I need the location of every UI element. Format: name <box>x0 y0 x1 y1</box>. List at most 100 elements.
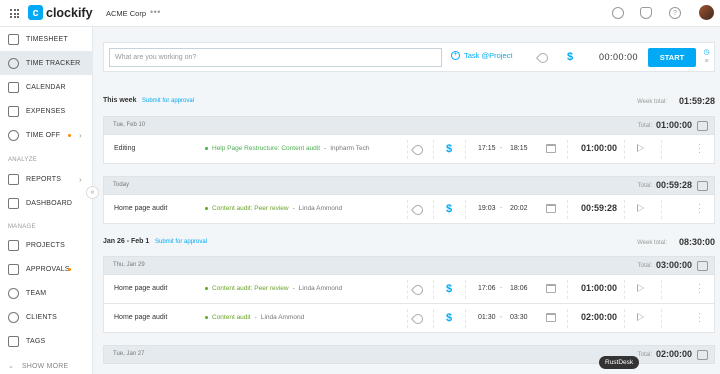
entry-description[interactable]: Editing <box>114 145 135 152</box>
clients-icon <box>8 311 19 323</box>
billable-dollar-icon[interactable]: $ <box>446 143 452 155</box>
entry-start-time[interactable]: 17:15 <box>478 145 496 152</box>
tag-icon[interactable] <box>535 50 551 66</box>
project-name: Help Page Restructure: Content audit <box>212 145 321 152</box>
collapse-sidebar-button[interactable]: « <box>86 186 99 199</box>
time-entry-row[interactable]: Home page audit Content audit - Linda Am… <box>103 304 715 333</box>
play-icon[interactable] <box>637 144 644 152</box>
sidebar-item-show-more[interactable]: ⌄ Show more <box>0 354 93 374</box>
section-label-manage: MANAGE <box>8 224 36 230</box>
workspace-name[interactable]: ACME Corp <box>106 9 146 18</box>
entry-project[interactable]: Content audit: Peer review - Linda Ammon… <box>205 205 342 212</box>
sidebar-item-expenses[interactable]: Expenses <box>0 99 93 123</box>
submit-for-approval-link[interactable]: Submit for approval <box>142 98 194 104</box>
project-name: Content audit <box>212 314 251 321</box>
chevron-right-icon[interactable]: › <box>79 131 82 140</box>
divider <box>624 309 625 328</box>
day-total-label: Total: <box>637 123 652 129</box>
sidebar-item-label: Dashboard <box>26 199 73 207</box>
entry-duration[interactable]: 02:00:00 <box>581 312 617 322</box>
entry-description[interactable]: Home page audit <box>114 205 167 212</box>
timer-mode-toggle[interactable]: ◷ ≡ <box>702 48 711 66</box>
play-icon[interactable] <box>637 313 644 321</box>
puzzle-icon[interactable] <box>612 7 624 19</box>
entry-duration[interactable]: 01:00:00 <box>581 283 617 293</box>
entry-project[interactable]: Content audit: Peer review - Linda Ammon… <box>205 285 342 292</box>
chevron-down-icon: ⌄ <box>8 363 14 370</box>
sidebar-item-reports[interactable]: Reports › <box>0 167 93 191</box>
entry-end-time[interactable]: 20:02 <box>510 205 528 212</box>
sidebar-item-approvals[interactable]: Approvals <box>0 257 93 281</box>
bulk-edit-icon[interactable] <box>697 350 708 360</box>
calendar-icon[interactable] <box>546 313 556 322</box>
more-options-icon[interactable]: · · · <box>698 201 701 217</box>
divider <box>407 309 408 328</box>
entry-description[interactable]: Home page audit <box>114 314 167 321</box>
logo[interactable]: c clockify <box>28 5 93 20</box>
bell-icon[interactable] <box>640 7 652 19</box>
week-title: Jan 26 - Feb 1 <box>103 238 150 245</box>
calendar-icon[interactable] <box>546 204 556 213</box>
entry-end-time[interactable]: 18:06 <box>510 285 528 292</box>
bulk-edit-icon[interactable] <box>697 121 708 131</box>
entry-end-time[interactable]: 03:30 <box>510 314 528 321</box>
time-entry-row[interactable]: Editing Help Page Restructure: Content a… <box>103 135 715 164</box>
client-separator: - <box>324 145 327 152</box>
avatar[interactable] <box>699 5 714 20</box>
tag-icon[interactable] <box>410 282 426 298</box>
help-icon[interactable]: ? <box>669 7 681 19</box>
sidebar-item-time-tracker[interactable]: Time Tracker <box>0 51 93 75</box>
divider <box>433 309 434 328</box>
time-entry-row[interactable]: Home page audit Content audit: Peer revi… <box>103 195 715 224</box>
sidebar-item-time-off[interactable]: Time Off › <box>0 123 93 147</box>
billable-dollar-icon[interactable]: $ <box>446 283 452 295</box>
workspace-more-icon[interactable]: ••• <box>150 7 161 17</box>
description-input[interactable]: What are you working on? <box>109 48 442 67</box>
project-color-dot <box>205 287 208 290</box>
day-total-label: Total: <box>637 352 652 358</box>
tag-icon[interactable] <box>410 311 426 327</box>
manual-mode-icon[interactable]: ≡ <box>702 57 711 66</box>
more-options-icon[interactable]: · · · <box>698 281 701 297</box>
entry-start-time[interactable]: 17:06 <box>478 285 496 292</box>
play-icon[interactable] <box>637 284 644 292</box>
billable-dollar-icon[interactable]: $ <box>446 312 452 324</box>
calendar-icon[interactable] <box>546 284 556 293</box>
clock-mode-icon[interactable]: ◷ <box>702 48 711 57</box>
sidebar-item-dashboard[interactable]: Dashboard <box>0 191 93 215</box>
more-options-icon[interactable]: · · · <box>698 141 701 157</box>
play-icon[interactable] <box>637 204 644 212</box>
entry-duration[interactable]: 00:59:28 <box>581 203 617 213</box>
start-button[interactable]: START <box>648 48 696 67</box>
project-picker-label: Task @Project <box>464 51 513 60</box>
chevron-right-icon[interactable]: › <box>79 175 82 184</box>
bulk-edit-icon[interactable] <box>697 261 708 271</box>
entry-duration[interactable]: 01:00:00 <box>581 143 617 153</box>
more-options-icon[interactable]: · · · <box>698 310 701 326</box>
entry-project[interactable]: Content audit - Linda Ammond <box>205 314 304 321</box>
client-name: Inpharm Tech <box>330 145 370 152</box>
sidebar-item-tags[interactable]: Tags <box>0 329 93 353</box>
time-entry-row[interactable]: Home page audit Content audit: Peer revi… <box>103 275 715 304</box>
sidebar: Timesheet Time Tracker Calendar Expenses… <box>0 27 93 374</box>
sidebar-item-projects[interactable]: Projects <box>0 233 93 257</box>
submit-for-approval-link[interactable]: Submit for approval <box>155 239 207 245</box>
sidebar-item-team[interactable]: Team <box>0 281 93 305</box>
tag-icon[interactable] <box>410 202 426 218</box>
entry-description[interactable]: Home page audit <box>114 285 167 292</box>
bulk-edit-icon[interactable] <box>697 181 708 191</box>
billable-dollar-icon[interactable]: $ <box>446 203 452 215</box>
tag-icon[interactable] <box>410 142 426 158</box>
project-picker[interactable]: + Task @Project <box>451 51 512 60</box>
calendar-icon[interactable] <box>546 144 556 153</box>
entry-project[interactable]: Help Page Restructure: Content audit - I… <box>205 145 369 152</box>
billable-dollar-icon[interactable]: $ <box>567 51 573 63</box>
sidebar-item-clients[interactable]: Clients <box>0 305 93 329</box>
sidebar-item-timesheet[interactable]: Timesheet <box>0 27 93 51</box>
apps-grid-icon[interactable] <box>10 9 19 18</box>
sidebar-item-calendar[interactable]: Calendar <box>0 75 93 99</box>
entry-start-time[interactable]: 01:30 <box>478 314 496 321</box>
entry-end-time[interactable]: 18:15 <box>510 145 528 152</box>
entry-start-time[interactable]: 19:03 <box>478 205 496 212</box>
sidebar-item-label: Reports <box>26 175 62 183</box>
